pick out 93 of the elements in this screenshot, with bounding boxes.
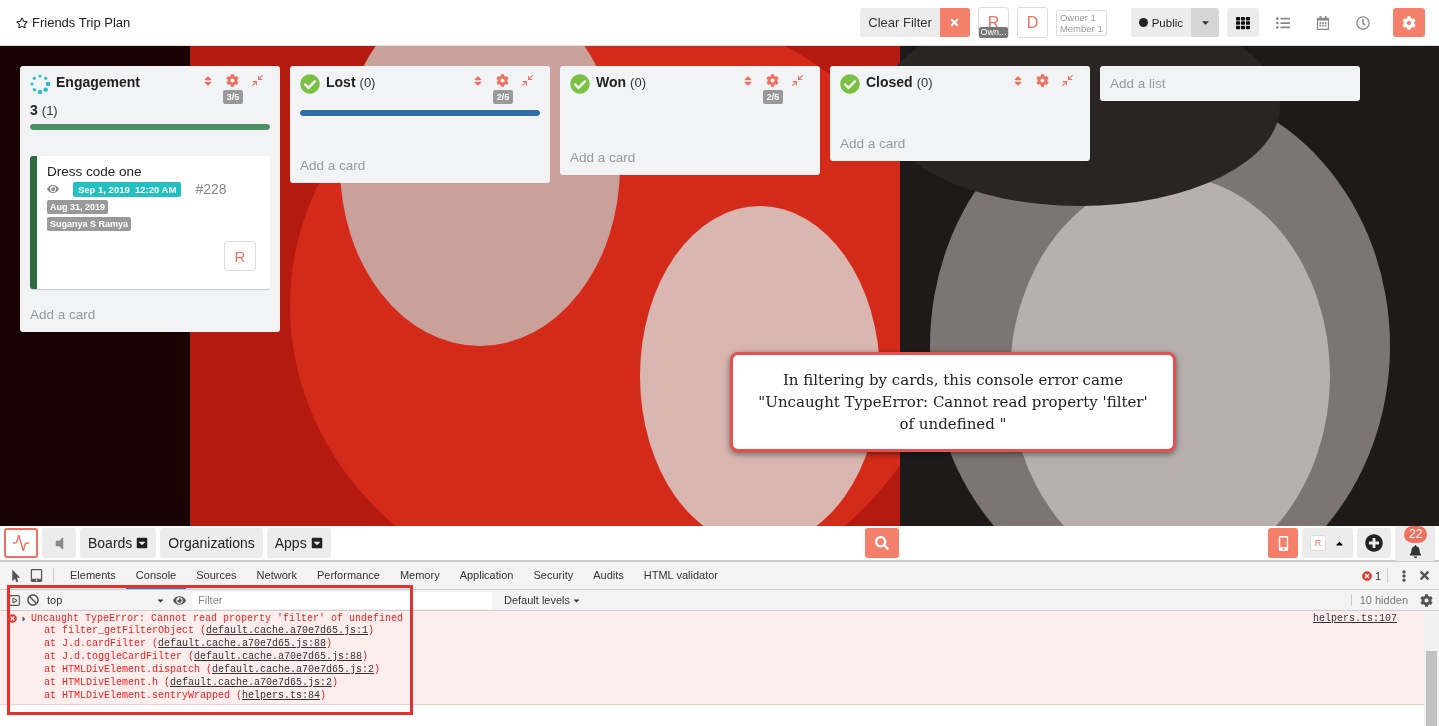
role-count: Member 1: [1059, 22, 1103, 34]
list-title: Engagement: [56, 74, 140, 90]
devtools-tab[interactable]: HTML validator: [633, 562, 728, 589]
role-count: Owner 1: [1059, 11, 1097, 23]
close-icon: [949, 17, 961, 28]
devtools-tab[interactable]: Elements: [60, 562, 126, 589]
close-icon[interactable]: [1418, 569, 1431, 582]
card-label: Suganya S Ramya: [47, 217, 132, 231]
stack-frame: at HTMLDivElement.sentryWrapped (helpers.ts:84): [8, 689, 1399, 702]
sort-icon[interactable]: [472, 74, 484, 87]
devtools-tab[interactable]: Application: [449, 562, 524, 589]
stack-frame: at J.d.cardFilter (default.cache.a70e7d65.js:88): [8, 637, 1399, 650]
stack-frame: at HTMLDivElement.h (default.cache.a70e7d65.js:2): [8, 676, 1399, 689]
nav-menu-button[interactable]: Organizations: [160, 528, 263, 558]
nav-menu-button[interactable]: Boards: [80, 528, 157, 558]
bell-icon: [1408, 544, 1422, 558]
sound-button[interactable]: [42, 528, 76, 558]
device-icon[interactable]: [30, 569, 43, 582]
list-icon: [1276, 15, 1290, 30]
collapse-icon[interactable]: [521, 74, 534, 87]
error-message: Uncaught TypeError: Cannot read property 'filter' of undefined: [31, 613, 404, 624]
card-title: Dress code one: [47, 164, 143, 179]
user-avatar: R: [1310, 535, 1326, 551]
devtools-tab[interactable]: Audits: [583, 562, 634, 589]
sort-icon[interactable]: [1012, 74, 1024, 87]
devtools-tab[interactable]: Performance: [306, 562, 390, 589]
add-list-field[interactable]: Add a list: [1100, 66, 1360, 101]
board-name: Friends Trip Plan: [32, 15, 131, 30]
clear-console-icon[interactable]: [27, 594, 39, 606]
file-link[interactable]: default.cache.a70e7d65.js:1: [206, 625, 369, 636]
sidebar-icon[interactable]: [8, 593, 21, 607]
scrollbar[interactable]: [1424, 611, 1439, 726]
eye-icon[interactable]: [173, 593, 186, 607]
task-card[interactable]: Dress code one Sep 1, 2019 12:20 AM #228 Aug 31, 2019 Suganya S Ramya R: [30, 156, 270, 289]
add-button[interactable]: [1357, 528, 1391, 558]
sort-icon[interactable]: [742, 74, 754, 87]
settings-icon: [1402, 15, 1416, 30]
mobile-view-button[interactable]: [1268, 528, 1298, 558]
expand-icon[interactable]: [20, 614, 28, 623]
settings-button[interactable]: [1393, 8, 1425, 37]
calendar-icon: [1316, 15, 1330, 30]
list-title: Closed (0): [866, 74, 933, 90]
wip-limit-badge: 2/5: [762, 90, 784, 104]
wip-limit-badge: 3/5: [222, 90, 244, 104]
error-icon: [8, 614, 17, 623]
file-link[interactable]: default.cache.a70e7d65.js:88: [194, 651, 363, 662]
file-link[interactable]: default.cache.a70e7d65.js:2: [212, 664, 375, 675]
search-button[interactable]: [864, 528, 899, 558]
collapse-icon[interactable]: [251, 74, 264, 87]
clear-filter-button[interactable]: [939, 8, 970, 37]
scrollbar-thumb[interactable]: [1426, 651, 1437, 726]
wip-limit-badge: 2/5: [492, 90, 514, 104]
context-select[interactable]: top: [45, 591, 167, 609]
collapse-icon[interactable]: [1061, 74, 1074, 87]
nav-menu-button[interactable]: Apps: [266, 528, 331, 558]
card-label: Aug 31, 2019: [47, 200, 109, 214]
collapse-icon[interactable]: [791, 74, 804, 87]
clock-icon: [1356, 15, 1370, 30]
settings-icon[interactable]: [1420, 593, 1433, 607]
activity-button[interactable]: [4, 528, 38, 558]
devtools-tab[interactable]: Network: [246, 562, 307, 589]
eye-icon: [47, 183, 59, 195]
hidden-count: 10 hidden: [1350, 594, 1408, 606]
stack-frame: at HTMLDivElement.dispatch (default.cache.a70e7d65.js:2): [8, 663, 1399, 676]
due-date-label: Sep 1, 2019 12:20 AM: [73, 181, 182, 197]
error-icon: [1361, 570, 1372, 581]
card-number: #228: [195, 181, 227, 197]
search-icon: [874, 536, 889, 550]
inspect-icon[interactable]: [10, 569, 22, 582]
devtools-tab[interactable]: Memory: [389, 562, 450, 589]
stack-frame: at filter_getFilterObject (default.cache.a70e7d65.js:1): [8, 624, 1399, 637]
plus-icon: [1365, 534, 1383, 552]
list-title: Won (0): [596, 74, 646, 90]
error-counter[interactable]: 1: [1361, 562, 1381, 589]
grid-icon: [1236, 15, 1250, 30]
log-levels-select[interactable]: Default levels: [498, 593, 588, 607]
spinner-icon: [30, 74, 50, 94]
annotation-callout: In filtering by cards, this console error came "Uncaught TypeError: Cannot read property 'filter' of undefined ": [730, 352, 1176, 452]
devtools-tab[interactable]: Sources: [186, 562, 247, 589]
stack-frame: at J.d.toggleCardFilter (default.cache.a70e7d65.js:88): [8, 650, 1399, 663]
file-link[interactable]: default.cache.a70e7d65.js:88: [158, 638, 327, 649]
file-link[interactable]: default.cache.a70e7d65.js:2: [170, 677, 333, 688]
devtools-tab[interactable]: Security: [523, 562, 584, 589]
chart-line-icon: [12, 534, 30, 552]
view-button[interactable]: [1227, 8, 1259, 37]
list-title: Lost (0): [326, 74, 376, 90]
file-link[interactable]: helpers.ts:84: [242, 690, 321, 701]
card-total: 3 (1): [30, 102, 58, 118]
star-icon[interactable]: [16, 16, 28, 29]
filter-field[interactable]: Filter: [192, 591, 492, 609]
source-link[interactable]: helpers.ts:107: [1313, 613, 1397, 624]
sort-icon[interactable]: [202, 74, 214, 87]
public-dot-icon: [1138, 18, 1148, 27]
